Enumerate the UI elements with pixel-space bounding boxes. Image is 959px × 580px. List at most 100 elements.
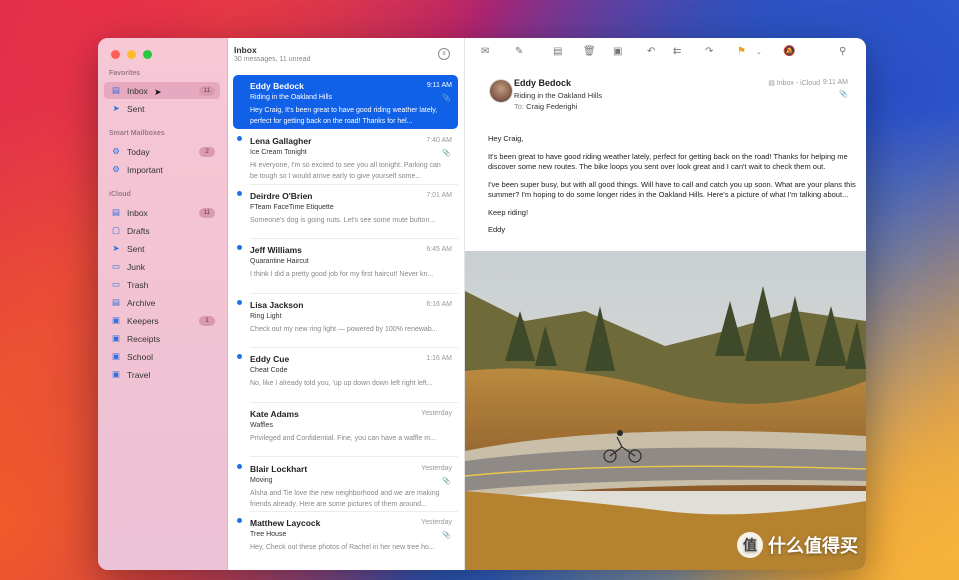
message-time: 7:40 AM (426, 137, 452, 144)
favorites-section-label: Favorites (109, 70, 141, 77)
sidebar-item-archive[interactable]: ▤ Archive (104, 294, 220, 311)
unread-dot-icon (237, 191, 242, 196)
message-row[interactable]: Eddy Cue 1:16 AM Cheat Code No, like I a… (233, 348, 458, 402)
sidebar-item-favorites-inbox[interactable]: ▤ Inbox 11 (104, 82, 220, 99)
message-sender: Deirdre O'Brien (250, 191, 313, 201)
reader-recipient: To: Craig Federighi (514, 102, 577, 111)
sidebar-item-label: Today (127, 146, 150, 157)
close-window-button[interactable] (111, 50, 120, 59)
compose-icon[interactable]: ✎ (515, 46, 523, 57)
row-divider (250, 456, 458, 457)
sidebar: Favorites ▤ Inbox 11 ➤ Sent Smart Mailbo… (98, 38, 228, 570)
sidebar-item-icloud-sent[interactable]: ➤ Sent (104, 240, 220, 257)
sidebar-item-receipts[interactable]: ▣ Receipts (104, 330, 220, 347)
sidebar-item-label: Travel (127, 369, 151, 380)
paper-plane-icon: ➤ (112, 103, 120, 113)
unread-badge: 11 (199, 207, 215, 218)
unread-dot-icon (237, 300, 242, 305)
message-sender: Matthew Laycock (250, 518, 321, 528)
junk-icon: ▭ (111, 261, 121, 271)
search-icon[interactable]: ⚲ (839, 46, 846, 57)
message-preview: Check out my new ring light — powered by… (250, 326, 438, 333)
message-body: Hey Craig, It's been great to have good … (488, 134, 860, 243)
message-sender: Blair Lockhart (250, 464, 308, 474)
reply-icon[interactable]: ↶ (647, 46, 655, 57)
message-preview: Hi everyone, I'm so excited to see you a… (250, 162, 441, 180)
message-preview: No, like I already told you, 'up up down… (250, 380, 433, 387)
minimize-window-button[interactable] (127, 50, 136, 59)
zoom-window-button[interactable] (143, 50, 152, 59)
reader-sender: Eddy Bedock (514, 78, 572, 88)
mouse-pointer-icon: ➤ (154, 87, 162, 97)
sidebar-item-label: Sent (127, 243, 145, 254)
recipient-name[interactable]: Craig Federighi (526, 102, 577, 111)
sidebar-item-drafts[interactable]: ▢ Drafts (104, 222, 220, 239)
gear-icon: ⚙ (112, 164, 120, 174)
sidebar-item-keepers[interactable]: ▣ Keepers 1 (104, 312, 220, 329)
folder-icon: ▣ (111, 315, 121, 325)
reader-time: 9:11 AM (822, 79, 848, 86)
reader-subject: Riding in the Oakland Hills (514, 91, 602, 100)
message-time: 6:16 AM (426, 301, 452, 308)
unread-dot-icon (237, 518, 242, 523)
sidebar-item-travel[interactable]: ▣ Travel (104, 366, 220, 383)
message-preview: Privileged and Confidential. Fine, you c… (250, 435, 436, 442)
mail-window: Favorites ▤ Inbox 11 ➤ Sent Smart Mailbo… (98, 38, 866, 570)
mailbox-title: Inbox (234, 45, 257, 55)
message-row[interactable]: Lena Gallagher 7:40 AM Ice Cream Tonight… (233, 130, 458, 184)
message-time: 7:01 AM (426, 192, 452, 199)
message-time: 1:16 AM (426, 355, 452, 362)
message-time: 6:45 AM (426, 246, 452, 253)
message-row[interactable]: Jeff Williams 6:45 AM Quarantine Haircut… (233, 239, 458, 293)
sidebar-item-school[interactable]: ▣ School (104, 348, 220, 365)
message-subject: Ice Cream Tonight (250, 149, 307, 156)
message-preview: I think I did a pretty good job for my f… (250, 271, 434, 278)
attachment-icon: 📎 (442, 478, 451, 485)
attached-photo[interactable]: 值 什么值得买 (465, 251, 866, 570)
mailbox-name: Inbox - iCloud (776, 80, 820, 87)
sidebar-item-label: Junk (127, 261, 145, 272)
message-row[interactable]: Kate Adams Yesterday Waffles Privileged … (233, 403, 458, 457)
mute-bell-icon[interactable]: 🔕 (783, 46, 795, 57)
message-subject: FTeam FaceTime Etiquette (250, 204, 334, 211)
chevron-down-icon[interactable]: ⌄ (756, 48, 762, 56)
sidebar-item-favorites-sent[interactable]: ➤ Sent (104, 100, 220, 117)
message-sender: Lena Gallagher (250, 136, 312, 146)
unread-dot-icon (237, 245, 242, 250)
reader-mailbox: ▤ Inbox - iCloud (768, 80, 820, 87)
message-subject: Riding in the Oakland Hills (250, 94, 333, 101)
smart-mailboxes-section-label: Smart Mailboxes (109, 130, 165, 137)
body-paragraph: Keep riding! (488, 207, 529, 217)
message-preview: Someone's dog is going nuts. Let's see s… (250, 217, 436, 224)
flag-icon[interactable]: ⚑ (737, 46, 746, 57)
message-row[interactable]: Matthew Laycock Yesterday Tree House 📎 H… (233, 512, 458, 566)
icloud-section-label: iCloud (109, 191, 131, 198)
message-row[interactable]: Lisa Jackson 6:16 AM Ring Light Check ou… (233, 294, 458, 348)
envelope-icon[interactable]: ✉ (481, 46, 489, 57)
message-row[interactable]: Eddy Bedock 9:11 AM Riding in the Oaklan… (233, 75, 458, 129)
filter-icon[interactable]: ≡ (438, 48, 450, 60)
unread-dot-icon (237, 136, 242, 141)
reading-pane: ✉ ✎ ▤ 🗑 ▣ ↶ ⇇ ↷ ⚑ ⌄ 🔕 ⚲ Eddy Bedock Ridi… (465, 38, 866, 570)
archive-icon[interactable]: ▤ (553, 46, 562, 57)
attachment-icon: 📎 (839, 91, 848, 98)
watermark-logo-icon: 值 (737, 532, 763, 558)
message-row[interactable]: Blair Lockhart Yesterday Moving 📎 Alsha … (233, 458, 458, 512)
message-row[interactable]: Deirdre O'Brien 7:01 AM FTeam FaceTime E… (233, 185, 458, 239)
body-paragraph: Eddy (488, 225, 506, 234)
message-subject: Cheat Code (250, 367, 288, 374)
message-time: 9:11 AM (426, 82, 452, 89)
unread-badge: 1 (199, 315, 215, 326)
trash-icon[interactable]: 🗑 (583, 46, 596, 57)
sidebar-item-label: Keepers (127, 315, 159, 326)
forward-icon[interactable]: ↷ (705, 46, 713, 57)
sidebar-item-icloud-inbox[interactable]: ▤ Inbox 11 (104, 204, 220, 221)
trash-icon: ▭ (111, 279, 121, 289)
sidebar-item-important[interactable]: ⚙ Important (104, 161, 220, 178)
sidebar-item-today[interactable]: ⚙ Today 2 (104, 143, 220, 160)
junk-icon[interactable]: ▣ (613, 46, 622, 57)
message-list: Inbox 30 messages, 11 unread ≡ Eddy Bedo… (228, 38, 465, 570)
reply-all-icon[interactable]: ⇇ (673, 46, 681, 57)
sidebar-item-trash[interactable]: ▭ Trash (104, 276, 220, 293)
sidebar-item-junk[interactable]: ▭ Junk (104, 258, 220, 275)
